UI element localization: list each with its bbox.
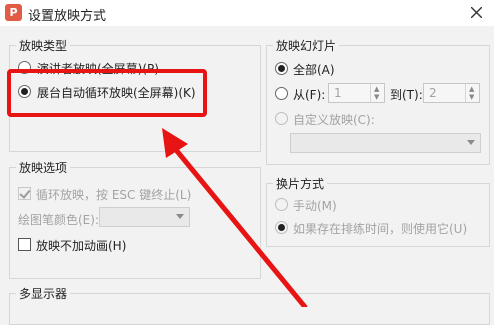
to-slide-spinner[interactable]: 2 ▲ ▼ [423, 83, 480, 103]
loop-until-esc-checkbox[interactable] [18, 187, 31, 200]
manual-advance-label[interactable]: 手动(M) [293, 197, 337, 214]
title-bar: P 设置放映方式 [0, 0, 494, 26]
transition-group: 换片方式 [266, 175, 490, 247]
all-slides-radio[interactable] [275, 62, 288, 75]
pen-color-label: 绘图笔颜色(E): [18, 213, 99, 227]
from-slide-spinner[interactable]: 1 ▲ ▼ [328, 83, 385, 103]
no-animation-checkbox[interactable] [18, 238, 31, 251]
manual-advance-radio[interactable] [275, 198, 288, 211]
pen-color-select[interactable] [99, 207, 190, 227]
dialog-title: 设置放映方式 [28, 9, 107, 24]
custom-show-select[interactable] [290, 133, 481, 153]
spin-up-icon[interactable]: ▲ [374, 86, 379, 93]
chevron-down-icon [467, 140, 475, 145]
use-timings-radio[interactable] [275, 221, 288, 234]
spin-down-icon[interactable]: ▼ [469, 94, 474, 101]
wps-presentation-icon: P [5, 4, 22, 21]
custom-show-radio[interactable] [275, 112, 288, 125]
multi-display-group: 多显示器 [9, 285, 490, 325]
no-animation-label[interactable]: 放映不加动画(H) [36, 237, 126, 254]
show-options-title: 放映选项 [16, 159, 71, 176]
custom-show-label[interactable]: 自定义放映(C): [293, 111, 375, 128]
loop-until-esc-label[interactable]: 循环放映，按 ESC 键终止(L) [36, 186, 191, 203]
close-icon [471, 7, 482, 18]
from-slide-radio[interactable] [275, 87, 288, 100]
multi-display-title: 多显示器 [16, 285, 71, 302]
highlight-box [7, 69, 207, 117]
from-spinner-arrows[interactable]: ▲ ▼ [370, 84, 384, 102]
to-slide-value: 2 [429, 86, 437, 100]
show-type-title: 放映类型 [16, 37, 71, 54]
from-slide-value: 1 [334, 86, 342, 100]
spin-down-icon[interactable]: ▼ [374, 94, 379, 101]
to-slide-label[interactable]: 到(T): [390, 86, 423, 103]
use-timings-label[interactable]: 如果存在排练时间，则使用它(U) [293, 220, 467, 237]
to-spinner-arrows[interactable]: ▲ ▼ [465, 84, 479, 102]
from-slide-label[interactable]: 从(F): [293, 86, 325, 103]
all-slides-label[interactable]: 全部(A) [293, 61, 335, 78]
spin-up-icon[interactable]: ▲ [469, 86, 474, 93]
slides-title: 放映幻灯片 [273, 37, 340, 54]
transition-title: 换片方式 [273, 175, 328, 192]
chevron-down-icon [176, 214, 184, 219]
close-button[interactable] [466, 2, 488, 24]
